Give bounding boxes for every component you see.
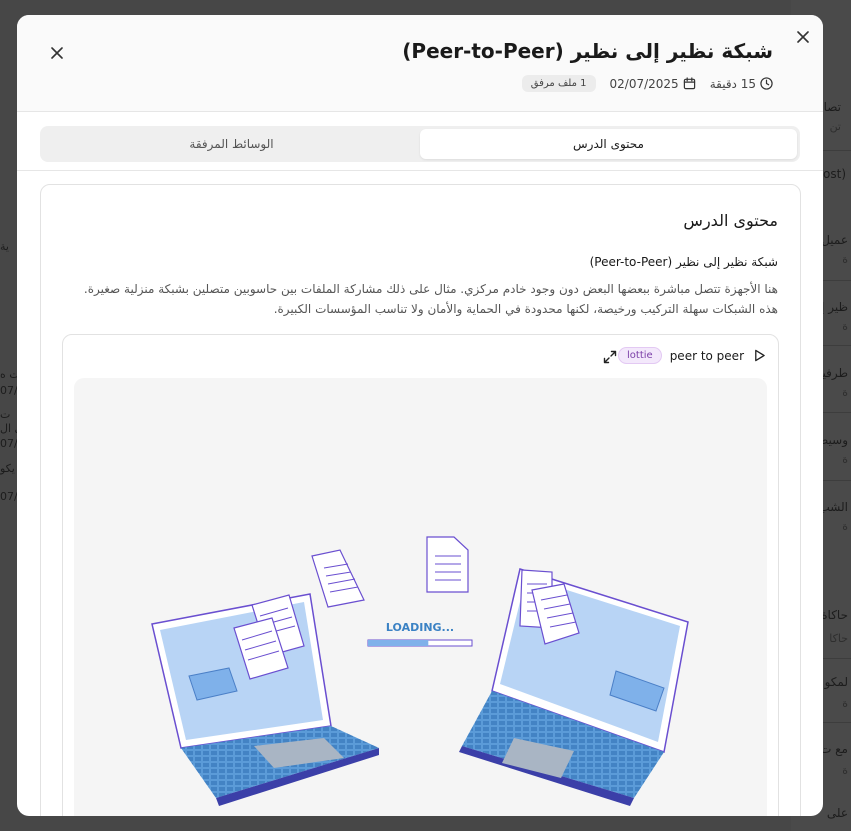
bg-left-text: 07/ [0,490,18,503]
bg-left-text: 07/ [0,437,18,450]
date-text: 02/07/2025 [609,76,679,91]
bg-item-text: ost) [823,167,846,181]
card-title: محتوى الدرس [683,211,778,230]
bg-item-sub: ة [842,453,848,466]
peer-to-peer-illustration: LOADING... [151,536,689,806]
bg-item-sub: ة [842,253,848,266]
bg-item-sub: ة [842,320,848,333]
play-button[interactable] [752,349,766,363]
bg-item-sub: تن [829,120,841,133]
fullscreen-button[interactable] [603,349,617,364]
duration-text: 15 دقيقة [709,76,756,91]
bg-item-text: عميل [821,233,848,247]
calendar-icon [683,77,695,90]
media-bar: peer to peer lottie [618,347,766,364]
close-icon [797,31,809,43]
date: 02/07/2025 [610,77,696,91]
attachments-badge: 1 ملف مرفق [521,75,596,92]
animation-stage: LOADING... [74,378,767,816]
play-icon [754,349,765,362]
right-laptop [459,568,689,806]
tab-attached-media[interactable]: الوسائط المرفقة [43,129,420,159]
bg-item-sub: ة [842,386,848,399]
file-icon [311,549,365,608]
file-icon [426,536,469,593]
bg-item-text: مع ت [820,742,848,756]
tab-lesson-content[interactable]: محتوى الدرس [420,129,797,159]
lesson-heading: شبكة نظير إلى نظير (Peer-to-Peer) [589,255,778,269]
bg-item-text: على [826,806,848,820]
bg-item-sub: ة [842,520,848,533]
duration: 15 دقيقة [710,77,773,91]
bg-left-text: يكو [0,462,15,475]
bg-item-sub: حاكا [829,632,848,645]
bg-left-text: ية [0,240,9,253]
lesson-tabs: محتوى الدرس الوسائط المرفقة [40,126,800,162]
media-type-badge: lottie [618,347,662,364]
lesson-meta: 15 دقيقة 02/07/2025 1 ملف مرفق [521,75,773,92]
media-name: peer to peer [669,348,744,363]
bg-item-text: حاكاة [821,608,848,622]
tabs-divider [17,170,823,171]
media-player: peer to peer lottie LOADING... [62,334,779,816]
lesson-body: هنا الأجهزة تتصل مباشرة ببعضها البعض دون… [83,282,778,316]
close-icon [51,47,63,59]
bg-left-text: 07/ [0,384,18,397]
bg-left-text: ت [0,408,11,421]
loading-text: LOADING... [386,621,454,634]
expand-icon [603,350,617,364]
bg-item-text: لمكو [824,675,848,689]
bg-item-text: ظير إ [821,300,848,314]
loading-bar-fill [368,640,429,646]
lesson-modal: شبكة نظير إلى نظير (Peer-to-Peer) 15 دقي… [17,15,823,816]
lesson-title: شبكة نظير إلى نظير (Peer-to-Peer) [402,39,773,63]
close-modal-button[interactable] [792,26,814,48]
clock-icon [760,77,773,90]
lesson-content-card: محتوى الدرس شبكة نظير إلى نظير (Peer-to-… [40,184,801,816]
modal-header: شبكة نظير إلى نظير (Peer-to-Peer) 15 دقي… [17,15,823,112]
bg-item-sub: ة [842,697,848,710]
close-header-button[interactable] [46,42,68,64]
bg-item-sub: ة [842,764,848,777]
